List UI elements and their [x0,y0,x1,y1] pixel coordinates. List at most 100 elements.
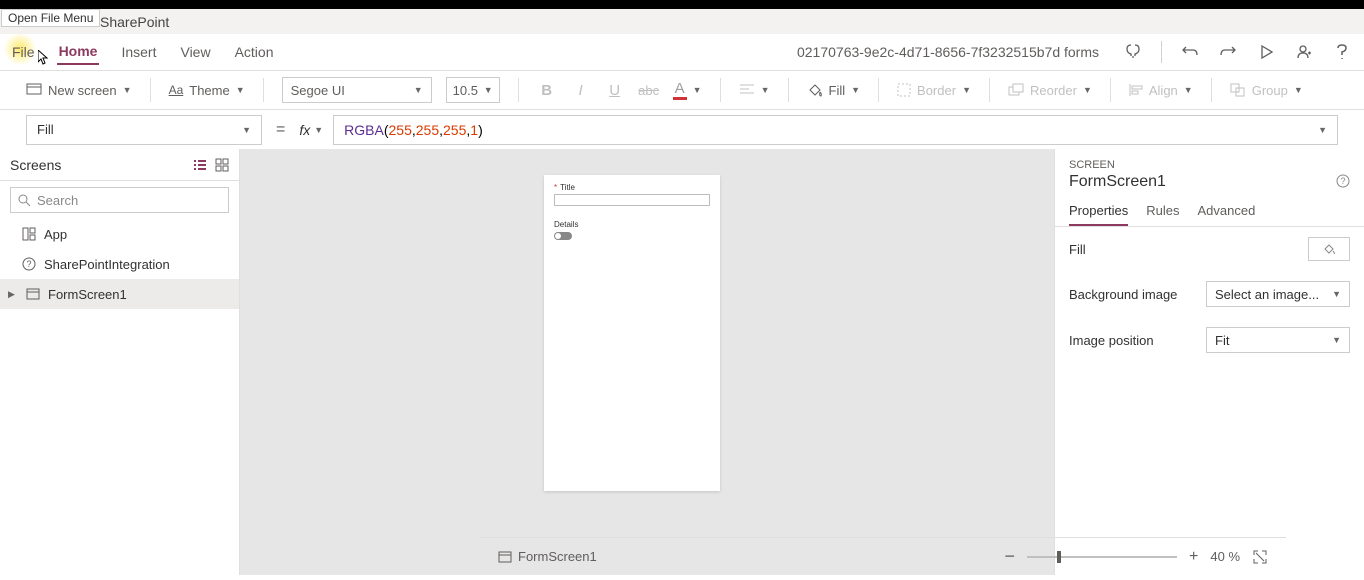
font-size-select[interactable]: 10.5 ▼ [446,77,500,103]
thumbnail-view-icon[interactable] [215,158,229,172]
chevron-down-icon: ▼ [414,85,423,95]
canvas-area[interactable]: *Title Details FormScreen1 − + 40 % [240,149,1054,575]
chevron-down-icon: ▼ [693,85,702,95]
group-button[interactable]: Group ▼ [1230,83,1303,98]
italic-icon[interactable]: I [571,80,591,100]
border-button[interactable]: Border ▼ [897,83,971,98]
menu-action[interactable]: Action [233,40,276,64]
undo-icon[interactable] [1180,42,1200,62]
bold-icon[interactable]: B [537,80,557,100]
zoom-out-button[interactable]: − [1004,546,1015,567]
property-value: Fill [37,122,54,137]
tree-item-label: FormScreen1 [48,287,127,302]
form-canvas[interactable]: *Title Details [544,175,720,491]
search-icon [17,193,31,207]
new-screen-label: New screen [48,83,117,98]
chevron-down-icon[interactable]: ▼ [1318,125,1327,135]
file-menu-tooltip: Open File Menu [1,9,100,27]
chevron-down-icon: ▼ [236,85,245,95]
border-label: Border [917,83,956,98]
search-input[interactable]: Search [10,187,229,213]
equals-sign: = [276,121,285,139]
tab-rules[interactable]: Rules [1146,195,1179,226]
tab-advanced[interactable]: Advanced [1198,195,1256,226]
redo-icon[interactable] [1218,42,1238,62]
prop-bg-image-select[interactable]: Select an image... ▼ [1206,281,1350,307]
tree-item-formscreen1[interactable]: ▶ FormScreen1 [0,279,239,309]
chevron-down-icon: ▼ [1332,289,1341,299]
share-icon[interactable] [1294,42,1314,62]
font-color-button[interactable]: A ▼ [673,80,702,100]
list-view-icon[interactable] [193,158,207,172]
screen-icon [498,551,512,563]
menu-insert[interactable]: Insert [119,40,158,64]
text-align-button[interactable]: ▼ [739,83,770,97]
formula-input[interactable]: RGBA(255, 255, 255, 1) ▼ [333,115,1338,145]
tree-item-label: SharePointIntegration [44,257,170,272]
menu-view[interactable]: View [178,40,212,64]
chevron-down-icon: ▼ [123,85,132,95]
zoom-slider[interactable] [1027,556,1177,558]
menu-file[interactable]: File [10,40,37,64]
zoom-value: 40 [1210,549,1224,564]
prop-fill-label: Fill [1069,242,1086,257]
prop-bg-image-value: Select an image... [1215,287,1319,302]
prop-img-pos-select[interactable]: Fit ▼ [1206,327,1350,353]
help-icon[interactable]: ? [1336,174,1350,188]
play-icon[interactable] [1256,42,1276,62]
divider [1161,41,1162,63]
prop-fill-swatch[interactable] [1308,237,1350,261]
theme-label: Theme [189,83,229,98]
menu-bar: File Home Insert View Action 02170763-9e… [0,34,1364,70]
field-title-label: Title [560,183,575,192]
tree-view-title: Screens [10,157,61,173]
underline-icon[interactable]: U [605,80,625,100]
help-icon[interactable] [1332,42,1352,62]
window-top-border [0,0,1364,9]
new-screen-icon [26,83,42,97]
document-name: 02170763-9e2c-4d71-8656-7f3232515b7d for… [797,44,1099,60]
reorder-label: Reorder [1030,83,1077,98]
menu-home[interactable]: Home [57,39,100,65]
breadcrumb-label[interactable]: FormScreen1 [518,549,597,564]
fx-button[interactable]: fx▼ [299,122,323,138]
expand-caret-icon[interactable]: ▶ [8,289,18,300]
object-type-label: SCREEN [1069,159,1350,171]
fill-button[interactable]: Fill ▼ [807,82,861,98]
zoom-in-button[interactable]: + [1189,548,1198,566]
brand-bar: SharePoint [0,9,1364,34]
tree-view-pane: Screens Search App ? SharePointIntegrati… [0,149,240,575]
font-family-value: Segoe UI [291,83,345,98]
search-placeholder: Search [37,193,78,208]
theme-button[interactable]: Aa Theme ▼ [169,83,245,98]
details-toggle[interactable] [554,232,572,240]
align-label: Align [1149,83,1178,98]
properties-pane: SCREEN FormScreen1 ? Properties Rules Ad… [1054,149,1364,575]
new-screen-button[interactable]: New screen ▼ [26,83,132,98]
status-bar: FormScreen1 − + 40 % [480,537,1286,575]
ribbon: New screen ▼ Aa Theme ▼ Segoe UI ▼ 10.5 … [0,70,1364,110]
strikethrough-icon[interactable]: abc [639,80,659,100]
chevron-down-icon: ▼ [242,125,251,135]
app-checker-icon[interactable] [1123,42,1143,62]
group-label: Group [1252,83,1288,98]
formula-bar: Fill ▼ = fx▼ RGBA(255, 255, 255, 1) ▼ [0,110,1364,149]
tree-item-sharepoint-integration[interactable]: ? SharePointIntegration [0,249,239,279]
cursor-icon [38,50,50,66]
chevron-down-icon: ▼ [1332,335,1341,345]
fit-to-window-icon[interactable] [1252,549,1268,565]
font-size-value: 10.5 [453,83,478,98]
tree-item-label: App [44,227,67,242]
chevron-down-icon: ▼ [851,85,860,95]
font-family-select[interactable]: Segoe UI ▼ [282,77,432,103]
property-select[interactable]: Fill ▼ [26,115,262,145]
chevron-down-icon: ▼ [484,85,493,95]
tab-properties[interactable]: Properties [1069,195,1128,226]
prop-bg-image-label: Background image [1069,287,1177,302]
reorder-button[interactable]: Reorder ▼ [1008,83,1092,98]
svg-text:?: ? [27,259,32,269]
align-button[interactable]: Align ▼ [1129,83,1193,98]
tree-item-app[interactable]: App [0,219,239,249]
field-title-input[interactable] [554,194,710,206]
field-details-label: Details [554,220,578,229]
